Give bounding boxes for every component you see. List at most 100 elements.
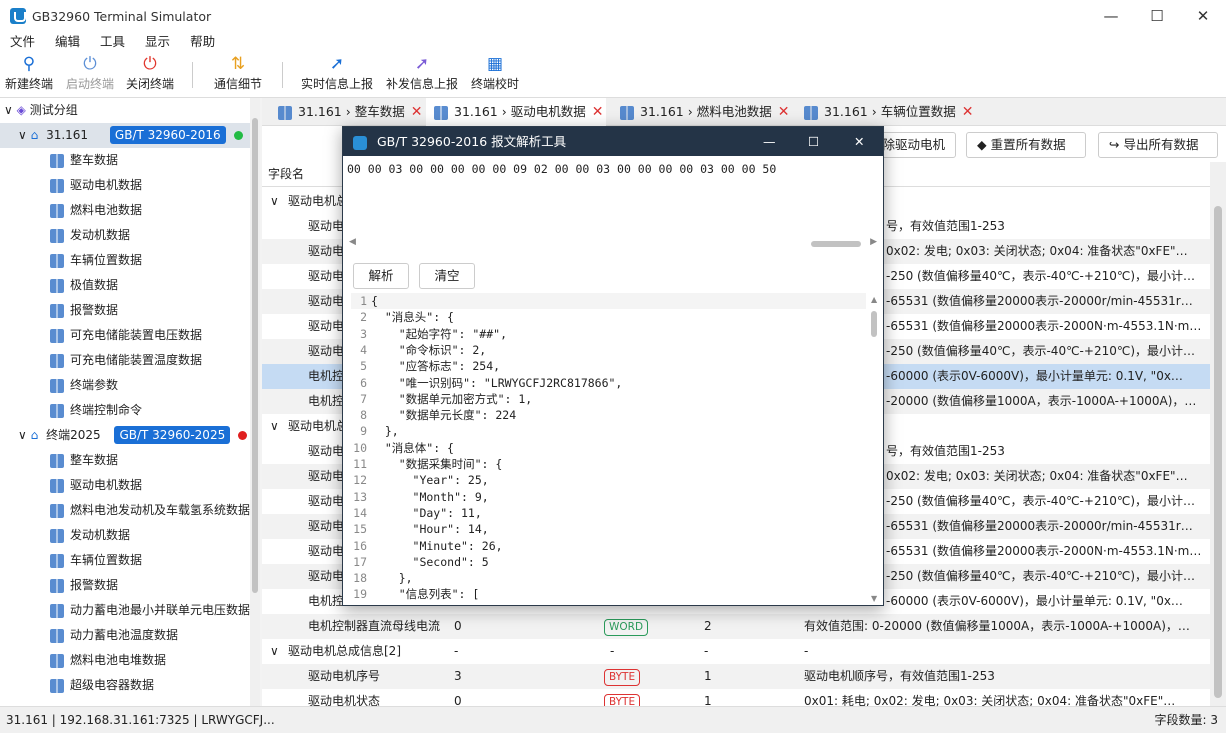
tree-group[interactable]: ∨ ◈ 测试分组 [4, 98, 78, 123]
grid-scrollbar[interactable] [1210, 162, 1226, 706]
comm-details-label: 通信细节 [212, 74, 264, 94]
table-icon [804, 106, 818, 120]
json-scrollbar[interactable]: ▲ ▼ [869, 293, 881, 603]
resend-report-button[interactable]: ➚ 补发信息上报 [384, 52, 460, 98]
plug-icon: ⚲ [4, 52, 54, 74]
json-scroll-thumb[interactable] [871, 311, 877, 337]
tree-item-label: 极值数据 [70, 278, 118, 292]
tab-location-data[interactable]: 31.161 › 车辆位置数据✕ [796, 98, 973, 126]
tab-vehicle-data[interactable]: 31.161 › 整车数据✕ [270, 98, 422, 126]
tree-item[interactable]: 燃料电池数据 [50, 198, 142, 223]
field-description: - [804, 639, 808, 664]
field-description: 有效值范围: 0-20000 (数值偏移量1000A，表示-1000A-+100… [804, 614, 1204, 639]
tree-item[interactable]: 可充电储能装置电压数据 [50, 323, 202, 348]
clear-button[interactable]: 清空 [419, 263, 475, 289]
tree-item[interactable]: 整车数据 [50, 148, 118, 173]
tree-item[interactable]: 整车数据 [50, 448, 118, 473]
code-line: 5 "应答标志": 254, [351, 358, 866, 374]
group-row[interactable]: ∨驱动电机总成信息[2]---- [262, 639, 1210, 664]
minimize-button[interactable]: — [1088, 0, 1134, 32]
tree-terminal-2[interactable]: ∨ ⌂ 终端2025 GB/T 32960-2025 [0, 423, 250, 448]
menu-tools[interactable]: 工具 [90, 32, 135, 52]
time-sync-button[interactable]: ▦ 终端校时 [470, 52, 520, 98]
tab-fuelcell-data[interactable]: 31.161 › 燃料电池数据✕ [612, 98, 789, 126]
tree-item[interactable]: 可充电储能装置温度数据 [50, 348, 202, 373]
tree-item-label: 报警数据 [70, 578, 118, 592]
terminal-2-status-dot [238, 431, 247, 440]
hex-scrollbar[interactable]: ◀ ▶ [349, 237, 877, 251]
tree-item[interactable]: 驱动电机数据 [50, 473, 142, 498]
field-value: 0 [454, 689, 462, 706]
tree-item[interactable]: 动力蓄电池最小并联单元电压数据 [50, 598, 250, 623]
close-tab-icon[interactable]: ✕ [962, 104, 974, 120]
scroll-right-icon[interactable]: ▶ [870, 237, 877, 247]
table-row[interactable]: 驱动电机序号3BYTE1驱动电机顺序号，有效值范围1-253 [262, 664, 1210, 689]
menu-help[interactable]: 帮助 [180, 32, 225, 52]
realtime-report-button[interactable]: ➚ 实时信息上报 [300, 52, 374, 98]
tree-item[interactable]: 燃料电池电堆数据 [50, 648, 166, 673]
json-output[interactable]: 1{2 "消息头": {3 "起始字符": "##",4 "命令标识": 2,5… [351, 293, 883, 605]
field-description: -250 (数值偏移量40℃，表示-40℃-+210℃)，最小计… [886, 489, 1206, 514]
tree-scroll-thumb[interactable] [252, 118, 258, 593]
tree-item[interactable]: 终端参数 [50, 373, 118, 398]
field-name: 电机控 [308, 389, 344, 414]
resend-report-label: 补发信息上报 [384, 74, 460, 94]
table-row[interactable]: 驱动电机状态0BYTE10x01: 耗电; 0x02: 发电; 0x03: 关闭… [262, 689, 1210, 706]
code-text: "信息列表": [ [371, 587, 479, 601]
table-row[interactable]: 电机控制器直流母线电流0WORD2有效值范围: 0-20000 (数值偏移量10… [262, 614, 1210, 639]
parser-dialog: GB/T 32960-2016 报文解析工具 — ☐ ✕ 00 00 03 00… [342, 126, 884, 606]
tab-label: 车辆位置数据 [881, 104, 956, 119]
tree-item[interactable]: 车辆位置数据 [50, 248, 142, 273]
code-line: 7 "数据单元加密方式": 1, [351, 391, 866, 407]
code-line: 4 "命令标识": 2, [351, 342, 866, 358]
code-text: "数据采集时间": { [371, 457, 502, 471]
dialog-maximize-button[interactable]: ☐ [808, 127, 819, 156]
code-text: "应答标志": 254, [371, 359, 500, 373]
tree-item[interactable]: 发动机数据 [50, 523, 130, 548]
parse-button[interactable]: 解析 [353, 263, 409, 289]
code-text: "唯一识别码": "LRWYGCFJ2RC817866", [371, 376, 622, 390]
close-terminal-button[interactable]: ⏻ 关闭终端 [124, 52, 176, 98]
close-button[interactable]: ✕ [1180, 0, 1226, 32]
menu-file[interactable]: 文件 [0, 32, 45, 52]
scroll-left-icon[interactable]: ◀ [349, 237, 356, 247]
tab-bar: 31.161 › 整车数据✕ 31.161 › 驱动电机数据✕ 31.161 ›… [262, 98, 1226, 126]
dialog-close-button[interactable]: ✕ [854, 127, 864, 156]
reset-all-button[interactable]: ◆ 重置所有数据 [966, 132, 1086, 158]
start-terminal-button[interactable]: ⏻ 启动终端 [64, 52, 116, 98]
tree-item[interactable]: 超级电容器数据 [50, 673, 154, 698]
menu-edit[interactable]: 编辑 [45, 32, 90, 52]
tree-item[interactable]: 燃料电池发动机及车载氢系统数据 [50, 498, 250, 523]
new-terminal-button[interactable]: ⚲ 新建终端 [4, 52, 54, 98]
scroll-down-icon[interactable]: ▼ [871, 594, 877, 603]
menu-view[interactable]: 显示 [135, 32, 180, 52]
node-icon [50, 179, 64, 193]
group-label: 驱动电机总 [288, 414, 348, 439]
tree-item[interactable]: 终端控制命令 [50, 398, 142, 423]
export-all-button[interactable]: ↪ 导出所有数据 [1098, 132, 1218, 158]
close-tab-icon[interactable]: ✕ [592, 104, 604, 120]
node-icon [50, 404, 64, 418]
comm-details-button[interactable]: ⇅ 通信细节 [212, 52, 264, 98]
tree-item[interactable]: 发动机数据 [50, 223, 130, 248]
code-line: 3 "起始字符": "##", [351, 326, 866, 342]
tree-item[interactable]: 极值数据 [50, 273, 118, 298]
tab-motor-data[interactable]: 31.161 › 驱动电机数据✕ [426, 98, 606, 126]
dialog-minimize-button[interactable]: — [763, 127, 776, 156]
line-number: 5 [351, 358, 367, 374]
hex-scroll-thumb[interactable] [811, 241, 861, 247]
close-tab-icon[interactable]: ✕ [411, 104, 423, 120]
tree-item[interactable]: 动力蓄电池温度数据 [50, 623, 178, 648]
tree-item[interactable]: 车辆位置数据 [50, 548, 142, 573]
close-tab-icon[interactable]: ✕ [778, 104, 790, 120]
send-icon: ➚ [300, 52, 374, 74]
tree-scrollbar[interactable] [250, 98, 260, 706]
tree-item[interactable]: 驱动电机数据 [50, 173, 142, 198]
tree-terminal-1[interactable]: ∨ ⌂ 31.161 GB/T 32960-2016 [0, 123, 250, 148]
tree-item[interactable]: 报警数据 [50, 573, 118, 598]
field-description: -65531 (数值偏移量20000表示-2000N·m-4553.1N·m… [886, 314, 1206, 339]
tree-item[interactable]: 报警数据 [50, 298, 118, 323]
grid-scroll-thumb[interactable] [1214, 206, 1222, 698]
scroll-up-icon[interactable]: ▲ [871, 295, 877, 304]
maximize-button[interactable]: ☐ [1134, 0, 1180, 32]
